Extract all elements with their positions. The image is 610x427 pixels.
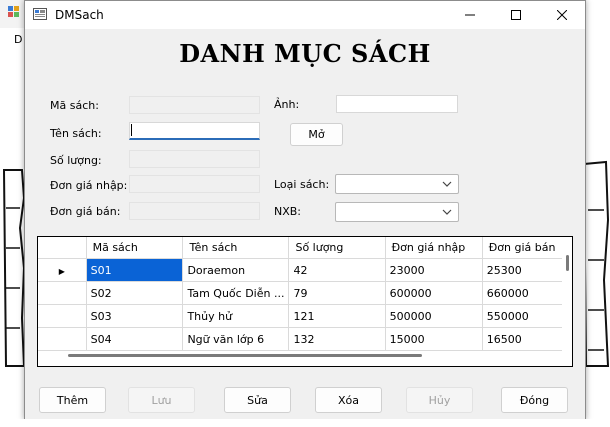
ten-sach-field[interactable] bbox=[129, 122, 260, 140]
ma-sach-field[interactable] bbox=[129, 96, 260, 114]
save-button[interactable]: Lưu bbox=[128, 387, 195, 413]
table-cell[interactable]: S02 bbox=[86, 281, 184, 305]
add-button-label: Thêm bbox=[56, 393, 89, 407]
table-cell[interactable]: 16500 bbox=[482, 327, 572, 351]
text-caret bbox=[131, 124, 132, 136]
background-app-icon bbox=[8, 6, 19, 17]
cancel-button[interactable]: Hủy bbox=[406, 387, 473, 413]
table-cell[interactable]: S03 bbox=[86, 304, 184, 328]
table-cell[interactable]: Thủy hử bbox=[182, 304, 290, 328]
table-cell[interactable]: 121 bbox=[288, 304, 386, 328]
column-header-so-luong[interactable]: Số lượng bbox=[288, 237, 386, 259]
table-cell[interactable]: Ngữ văn lớp 6 bbox=[182, 327, 290, 351]
vertical-scroll-thumb[interactable] bbox=[566, 255, 569, 271]
cancel-button-label: Hủy bbox=[428, 393, 451, 407]
table-cell[interactable]: 550000 bbox=[482, 304, 572, 328]
delete-button-label: Xóa bbox=[337, 393, 359, 407]
table-cell[interactable]: 15000 bbox=[385, 327, 483, 351]
minimize-icon bbox=[465, 14, 475, 16]
maximize-button[interactable] bbox=[493, 1, 539, 29]
anh-label: Ảnh: bbox=[274, 98, 300, 111]
table-row[interactable]: S04 Ngữ văn lớp 6 132 15000 16500 bbox=[38, 327, 572, 351]
table-cell[interactable]: 132 bbox=[288, 327, 386, 351]
so-luong-field[interactable] bbox=[129, 150, 260, 168]
column-header-ten-sach[interactable]: Tên sách bbox=[182, 237, 290, 259]
dmsach-window: DMSach DANH MỤC SÁCH Mã sách: Tên sách: … bbox=[24, 0, 586, 420]
close-form-button-label: Đóng bbox=[519, 393, 550, 407]
row-header[interactable] bbox=[38, 281, 87, 305]
don-gia-ban-label: Đơn giá bán: bbox=[50, 205, 121, 218]
row-header[interactable] bbox=[38, 327, 87, 351]
close-icon bbox=[557, 10, 567, 20]
column-header-ma-sach[interactable]: Mã sách bbox=[86, 237, 184, 259]
close-button[interactable] bbox=[539, 1, 585, 29]
table-cell[interactable]: Doraemon bbox=[182, 258, 290, 282]
table-row[interactable]: ▶ S01 Doraemon 42 23000 25300 bbox=[38, 258, 572, 282]
table-cell[interactable]: 500000 bbox=[385, 304, 483, 328]
table-cell[interactable]: 600000 bbox=[385, 281, 483, 305]
table-cell[interactable]: S04 bbox=[86, 327, 184, 351]
open-image-button[interactable]: Mở bbox=[290, 123, 343, 146]
column-header-don-gia-nhap[interactable]: Đơn giá nhập bbox=[385, 237, 483, 259]
table-cell[interactable]: 42 bbox=[288, 258, 386, 282]
loai-sach-select[interactable] bbox=[335, 174, 459, 194]
anh-field[interactable] bbox=[336, 95, 458, 113]
maximize-icon bbox=[511, 10, 521, 20]
chevron-down-icon bbox=[442, 181, 452, 187]
table-cell[interactable]: Tam Quốc Diễn ... bbox=[182, 281, 290, 305]
table-header-row: Mã sách Tên sách Số lượng Đơn giá nhập Đ… bbox=[38, 237, 572, 259]
ten-sach-label: Tên sách: bbox=[50, 127, 102, 140]
chevron-down-icon bbox=[442, 209, 452, 215]
row-header[interactable] bbox=[38, 304, 87, 328]
table-cell[interactable]: 23000 bbox=[385, 258, 483, 282]
column-header-don-gia-ban[interactable]: Đơn giá bán bbox=[482, 237, 572, 259]
ma-sach-label: Mã sách: bbox=[50, 99, 99, 112]
save-button-label: Lưu bbox=[151, 393, 172, 407]
app-icon bbox=[33, 8, 47, 20]
books-data-grid[interactable]: Mã sách Tên sách Số lượng Đơn giá nhập Đ… bbox=[37, 236, 573, 367]
don-gia-nhap-field[interactable] bbox=[129, 175, 260, 193]
horizontal-scroll-thumb[interactable] bbox=[68, 354, 422, 357]
add-button[interactable]: Thêm bbox=[39, 387, 106, 413]
table-row[interactable]: S03 Thủy hử 121 500000 550000 bbox=[38, 304, 572, 328]
edit-button-label: Sửa bbox=[247, 393, 268, 407]
window-title: DMSach bbox=[55, 8, 104, 22]
books-table: Mã sách Tên sách Số lượng Đơn giá nhập Đ… bbox=[38, 237, 572, 351]
page-title: DANH MỤC SÁCH bbox=[179, 39, 431, 68]
table-row[interactable]: S02 Tam Quốc Diễn ... 79 600000 660000 bbox=[38, 281, 572, 305]
don-gia-ban-field[interactable] bbox=[129, 202, 260, 220]
nxb-label: NXB: bbox=[274, 205, 302, 218]
table-cell[interactable]: 660000 bbox=[482, 281, 572, 305]
table-cell[interactable]: 79 bbox=[288, 281, 386, 305]
nxb-select[interactable] bbox=[335, 202, 459, 222]
table-cell[interactable]: 25300 bbox=[482, 258, 572, 282]
title-bar: DMSach bbox=[25, 1, 585, 29]
delete-button[interactable]: Xóa bbox=[315, 387, 382, 413]
current-row-icon: ▶ bbox=[58, 266, 65, 276]
loai-sach-label: Loại sách: bbox=[274, 178, 330, 191]
edit-button[interactable]: Sửa bbox=[224, 387, 291, 413]
table-cell[interactable]: S01 bbox=[86, 258, 184, 282]
don-gia-nhap-label: Đơn giá nhập: bbox=[50, 179, 128, 192]
background-bottom-strip bbox=[0, 419, 610, 427]
row-header-corner bbox=[38, 237, 87, 259]
so-luong-label: Số lượng: bbox=[50, 154, 102, 167]
vertical-scrollbar[interactable] bbox=[562, 237, 572, 366]
open-image-button-label: Mở bbox=[308, 128, 325, 141]
minimize-button[interactable] bbox=[447, 1, 493, 29]
background-sketch-left bbox=[2, 169, 26, 367]
background-menu-item[interactable]: D bbox=[14, 33, 22, 46]
row-header-current[interactable]: ▶ bbox=[38, 258, 87, 282]
close-form-button[interactable]: Đóng bbox=[501, 387, 568, 413]
